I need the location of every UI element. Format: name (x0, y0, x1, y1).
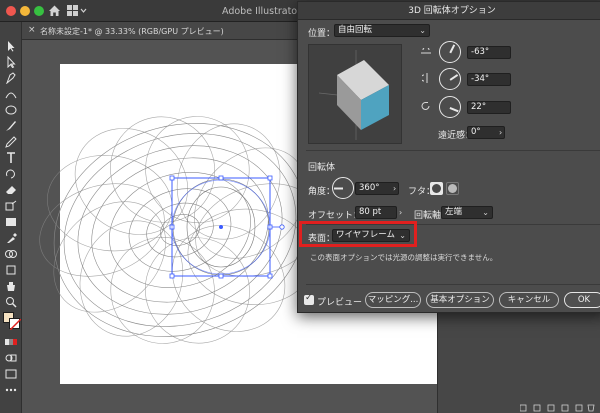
preview-checkbox[interactable]: ✓ (304, 293, 314, 305)
angle-label: 角度： (308, 187, 336, 197)
panel-footer-icons[interactable] (519, 404, 595, 413)
position-label: 位置： (308, 29, 336, 39)
y-rotation-dial[interactable] (439, 68, 461, 90)
offset-label: オフセット： (308, 211, 363, 221)
cap-on-button[interactable] (430, 182, 443, 195)
dialog-title: 3D 回転体オプション (298, 2, 600, 20)
x-rotation-field[interactable]: -63° (467, 46, 511, 59)
section-divider (306, 284, 600, 285)
position-preset-value: 自由回転 (338, 25, 373, 35)
chevron-down-icon: ⌄ (419, 26, 426, 35)
offset-slider-arrow-icon[interactable]: › (399, 208, 402, 217)
z-axis-rotate-icon (421, 101, 430, 110)
position-preset-dropdown[interactable]: 自由回転 ⌄ (334, 24, 430, 37)
chevron-down-icon: ⌄ (482, 208, 489, 217)
perspective-slider-arrow-icon[interactable]: › (499, 128, 502, 137)
revolve-from-label: 回転軸 (414, 211, 442, 221)
angle-dial[interactable] (332, 177, 354, 199)
z-rotation-field[interactable]: 22° (467, 101, 511, 114)
revolve-section-label: 回転体 (308, 163, 336, 173)
rotation-cube-preview[interactable] (308, 44, 402, 144)
y-axis-rotate-icon (422, 73, 428, 83)
surface-highlight-box (299, 221, 417, 247)
revolve-from-dropdown[interactable]: 左端 ⌄ (441, 206, 493, 219)
preview-label: プレビュー (317, 298, 363, 308)
cube-icon[interactable] (309, 45, 403, 145)
revolve-options-dialog: 3D 回転体オプション 位置： 自由回転 ⌄ -63° -34° 22° 遠近感… (297, 1, 600, 313)
surface-note: この表面オプションでは光源の調整は実行できません。 (310, 253, 498, 262)
basic-options-button[interactable]: 基本オプション (426, 292, 494, 308)
panel-buttons-icon[interactable] (519, 404, 595, 412)
angle-slider-arrow-icon[interactable]: › (393, 184, 396, 193)
x-axis-rotate-icon (421, 48, 431, 54)
z-rotation-dial[interactable] (439, 96, 461, 118)
checkmark-icon: ✓ (305, 293, 313, 303)
ok-button[interactable]: OK (564, 292, 600, 308)
y-rotation-field[interactable]: -34° (467, 73, 511, 86)
revolve-from-value: 左端 (445, 207, 463, 217)
cancel-button[interactable]: キャンセル (499, 292, 559, 308)
cap-off-button[interactable] (446, 182, 459, 195)
panels-area (437, 312, 600, 413)
section-divider (306, 150, 600, 151)
offset-field[interactable]: 80 pt (355, 206, 397, 219)
map-art-button[interactable]: マッピング... (365, 292, 421, 308)
x-rotation-dial[interactable] (439, 41, 461, 63)
